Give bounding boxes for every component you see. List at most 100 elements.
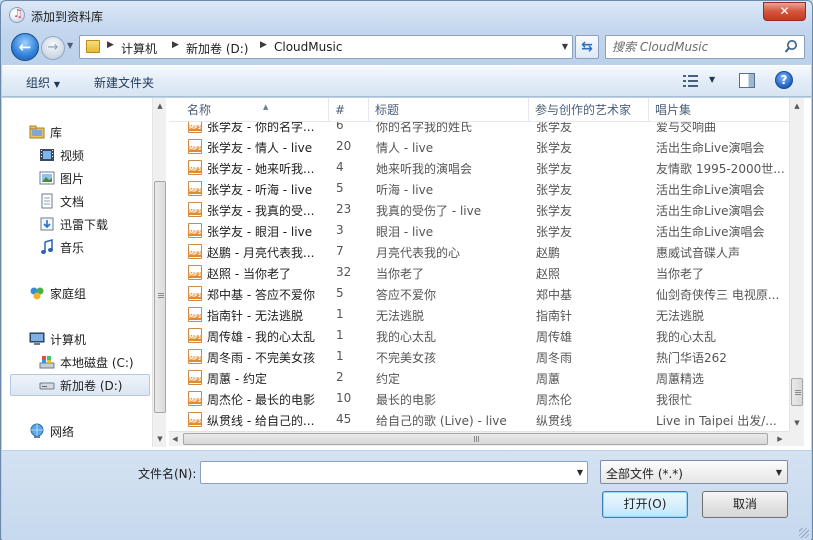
open-button[interactable]: 打开(O) (602, 491, 688, 518)
cell-artist: 周传雄 (536, 330, 573, 344)
sidebar-item-drive-c[interactable]: 本地磁盘 (C:) (39, 352, 149, 372)
search-icon[interactable] (784, 39, 798, 55)
help-icon[interactable]: ? (775, 71, 793, 89)
table-row[interactable]: 张学友 - 我真的受... 23 我真的受伤了 - live 张学友 活出生命Live演… (169, 199, 789, 220)
scrollbar-thumb[interactable] (154, 181, 166, 413)
close-button[interactable]: ✕ (763, 2, 806, 21)
table-row[interactable]: 张学友 - 她来听我... 4 她来听我的演唱会 张学友 友情歌 1995-2000世.… (169, 157, 789, 178)
history-dropdown-icon[interactable]: ▼ (67, 41, 77, 53)
file-list-horizontal-scrollbar[interactable]: ◀ ▶ (169, 431, 789, 446)
table-row[interactable]: 赵照 - 当你老了 32 当你老了 赵照 当你老了 (169, 262, 789, 283)
cell-artist: 张学友 (536, 204, 573, 218)
mp3-file-icon (188, 139, 202, 154)
scroll-up-icon[interactable]: ▲ (790, 99, 804, 113)
sidebar-item-music[interactable]: 音乐 (39, 237, 139, 257)
sidebar-item-drive-d[interactable]: 新加卷 (D:) (10, 374, 150, 396)
table-row[interactable]: 张学友 - 眼泪 - live 3 眼泪 - live 张学友 活出生命Live演唱会 (169, 220, 789, 241)
table-row[interactable]: 赵鹏 - 月亮代表我... 7 月亮代表我的心 赵鹏 惠威试音碟人声 (169, 241, 789, 262)
file-list-vertical-scrollbar[interactable]: ▲ ▼ (789, 98, 804, 431)
cell-num: 1 (336, 349, 344, 363)
mp3-file-icon (188, 286, 202, 301)
scroll-down-icon[interactable]: ▼ (153, 432, 167, 446)
new-folder-button[interactable]: 新建文件夹 (94, 74, 154, 91)
filename-input[interactable]: ▼ (200, 461, 588, 484)
table-row[interactable]: 纵贯线 - 给自己的... 45 给自己的歌 (Live) - live 纵贯线 Liv… (169, 409, 789, 428)
column-header-artist[interactable]: 参与创作的艺术家 (529, 98, 649, 122)
breadcrumb-separator-icon[interactable]: ▶ (172, 40, 179, 50)
scroll-down-icon[interactable]: ▼ (790, 416, 804, 430)
table-row[interactable]: 指南针 - 无法逃脱 1 无法逃脱 指南针 无法逃脱 (169, 304, 789, 325)
breadcrumb-separator-icon[interactable]: ▶ (260, 40, 267, 50)
cell-title: 我的心太乱 (376, 330, 437, 344)
sidebar-item-videos[interactable]: 视频 (39, 145, 139, 165)
drive-d-icon (39, 382, 55, 390)
scroll-right-icon[interactable]: ▶ (773, 432, 787, 446)
table-row[interactable]: 周传雄 - 我的心太乱 1 我的心太乱 周传雄 我的心太乱 (169, 325, 789, 346)
sidebar-item-documents[interactable]: 文档 (39, 191, 139, 211)
preview-pane-icon[interactable] (739, 73, 755, 88)
sidebar-item-homegroup[interactable]: 家庭组 (29, 283, 139, 303)
file-type-select[interactable]: 全部文件 (*.*) ▼ (600, 460, 788, 484)
table-row[interactable]: 张学友 - 听海 - live 5 听海 - live 张学友 活出生命Live演唱会 (169, 178, 789, 199)
column-header-album[interactable]: 唱片集 (649, 98, 789, 122)
address-dropdown-icon[interactable]: ▼ (562, 42, 568, 51)
cell-title: 不完美女孩 (376, 351, 437, 365)
table-row[interactable]: 郑中基 - 答应不爱你 5 答应不爱你 郑中基 仙剑奇侠传三 电视原... (169, 283, 789, 304)
table-row[interactable]: 张学友 - 情人 - live 20 情人 - live 张学友 活出生命Live演唱会 (169, 136, 789, 157)
sidebar-item-computer[interactable]: 计算机 (29, 329, 139, 349)
chevron-down-icon[interactable]: ▼ (577, 468, 583, 477)
navigation-bar: ← → ▼ ▶ 计算机 ▶ 新加卷 (D:) ▶ CloudMusic ▼ ⇆ (9, 33, 805, 61)
table-row[interactable]: 周杰伦 - 最长的电影 10 最长的电影 周杰伦 我很忙 (169, 388, 789, 409)
column-header-number[interactable]: # (329, 98, 369, 122)
breadcrumb-cloudmusic[interactable]: CloudMusic (274, 40, 342, 54)
cell-num: 5 (336, 181, 344, 195)
video-icon (40, 149, 54, 161)
refresh-button[interactable]: ⇆ (575, 35, 599, 59)
organize-menu[interactable]: 组织 ▼ (26, 74, 60, 91)
cell-title: 最长的电影 (376, 393, 437, 407)
music-icon (41, 239, 53, 254)
mp3-file-icon (188, 122, 202, 133)
column-header-title[interactable]: 标题 (369, 98, 529, 122)
sidebar-item-xunlei-download[interactable]: 迅雷下载 (39, 214, 139, 234)
sidebar-item-pictures[interactable]: 图片 (39, 168, 139, 188)
network-icon (30, 423, 44, 438)
view-options-icon[interactable] (682, 73, 700, 89)
search-box[interactable] (605, 35, 805, 59)
breadcrumb-computer[interactable]: 计算机 (121, 40, 157, 57)
title-bar: 添加到资料库 ✕ (1, 1, 812, 29)
cell-artist: 赵照 (536, 267, 561, 281)
breadcrumb-separator-icon[interactable]: ▶ (107, 40, 114, 50)
sidebar-item-network[interactable]: 网络 (29, 421, 139, 441)
address-bar[interactable]: ▶ 计算机 ▶ 新加卷 (D:) ▶ CloudMusic ▼ (79, 35, 573, 59)
cell-album: 活出生命Live演唱会 (656, 204, 765, 218)
cell-artist: 张学友 (536, 162, 573, 176)
scroll-left-icon[interactable]: ◀ (169, 432, 181, 446)
cell-artist: 周杰伦 (536, 393, 573, 407)
search-input[interactable] (612, 39, 776, 55)
breadcrumb-drive-d[interactable]: 新加卷 (D:) (186, 40, 248, 57)
back-button[interactable]: ← (11, 33, 39, 61)
cell-album: 活出生命Live演唱会 (656, 183, 765, 197)
sidebar-item-library[interactable]: 库 (29, 122, 139, 142)
cell-num: 32 (336, 265, 352, 279)
cell-name: 周传雄 - 我的心太乱 (207, 330, 315, 344)
scrollbar-thumb[interactable] (183, 433, 768, 445)
scroll-up-icon[interactable]: ▲ (153, 99, 167, 113)
cell-album: 当你老了 (656, 267, 705, 281)
navigation-scrollbar[interactable]: ▲ ▼ (152, 98, 166, 447)
cell-title: 你的名字我的姓氏 (376, 122, 473, 134)
forward-button[interactable]: → (41, 36, 65, 60)
cell-name: 纵贯线 - 给自己的... (207, 414, 315, 428)
picture-icon (39, 171, 55, 185)
cancel-button[interactable]: 取消 (702, 491, 788, 518)
cell-artist: 赵鹏 (536, 246, 561, 260)
scrollbar-thumb[interactable] (791, 378, 803, 406)
table-row[interactable]: 张学友 - 你的名字... 6 你的名字我的姓氏 张学友 爱与交响曲 (169, 122, 789, 136)
table-row[interactable]: 周冬雨 - 不完美女孩 1 不完美女孩 周冬雨 热门华语262 (169, 346, 789, 367)
table-row[interactable]: 周蕙 - 约定 2 约定 周蕙 周蕙精选 (169, 367, 789, 388)
view-dropdown-icon[interactable]: ▼ (709, 75, 715, 84)
resize-grip[interactable] (799, 528, 809, 538)
column-header-name[interactable]: 名称 ▲ (181, 98, 329, 122)
scrollbar-corner (789, 431, 804, 446)
